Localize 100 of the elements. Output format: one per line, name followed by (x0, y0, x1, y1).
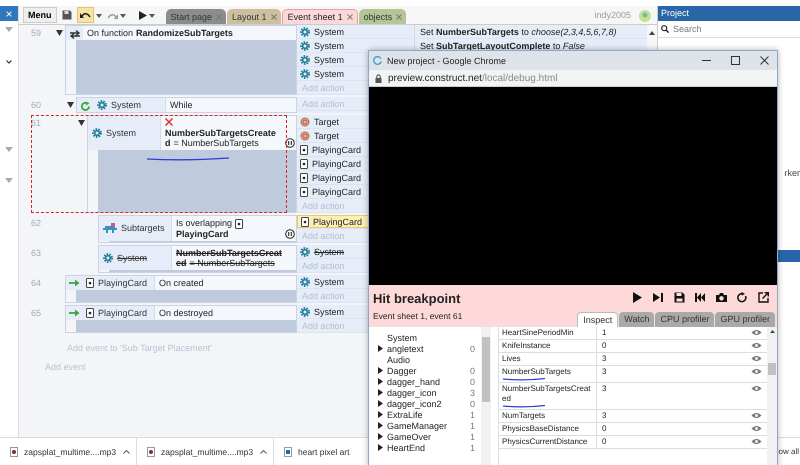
expand-icon[interactable] (378, 411, 382, 418)
step-icon[interactable] (653, 292, 664, 303)
expand-icon[interactable] (378, 422, 382, 429)
debugger-tab[interactable]: CPU profiler (655, 312, 714, 327)
object-name: System (117, 253, 148, 263)
object-name: System (314, 246, 344, 256)
expand-icon[interactable] (378, 400, 382, 407)
chevron-up-icon[interactable] (260, 450, 267, 454)
document-tab[interactable]: Start page (166, 9, 226, 24)
expand-icon[interactable] (378, 345, 382, 352)
object-name: PlayingCard (312, 172, 362, 182)
condition-text: On destroyed (159, 308, 214, 318)
download-item[interactable]: zapsplat_multime....mp3 (0, 438, 137, 465)
close-button[interactable]: × (5, 6, 12, 20)
line-number: 63 (30, 247, 42, 260)
skip-back-icon[interactable] (695, 292, 706, 303)
camera-icon[interactable] (716, 292, 727, 303)
object-list-item[interactable]: GameManager 1 (369, 420, 481, 431)
popout-icon[interactable] (758, 292, 769, 303)
window-title: New project - Google Chrome (387, 56, 506, 66)
restart-icon[interactable] (737, 292, 748, 303)
instance-count: 3 (470, 388, 476, 398)
undo-icon (80, 11, 90, 19)
url-text[interactable]: preview.construct.net/local/debug.html (388, 72, 558, 84)
tree-item[interactable]: rker (784, 168, 800, 178)
chevron-up-icon[interactable] (123, 450, 130, 454)
expand-icon[interactable] (378, 378, 382, 385)
play-icon[interactable] (138, 11, 146, 20)
debugger-tab[interactable]: GPU profiler (715, 312, 775, 327)
object-list-item[interactable]: Dagger 0 (369, 365, 481, 376)
download-item[interactable]: zapsplat_multime....mp3 (137, 438, 274, 465)
save-icon[interactable] (62, 10, 72, 20)
download-item[interactable]: heart pixel art (274, 438, 350, 465)
collapse-icon[interactable] (66, 102, 74, 108)
breakpoint-icon[interactable] (285, 228, 295, 239)
undo-button[interactable] (76, 7, 94, 23)
object-list-item[interactable]: GameOver 1 (369, 431, 481, 442)
username: indy2005 (594, 10, 631, 20)
collapse-icon[interactable] (56, 30, 62, 36)
card-icon (300, 144, 308, 154)
scroll-up-icon[interactable] (770, 330, 774, 333)
maximize-icon[interactable] (731, 56, 740, 65)
chevron-icon[interactable] (6, 60, 12, 64)
object-name: Target (314, 130, 340, 140)
breakpoint-icon[interactable] (285, 138, 295, 148)
scrollbar-thumb[interactable] (482, 337, 490, 402)
scroll-up-icon[interactable] (649, 31, 655, 35)
variable-value: 0 (602, 437, 606, 447)
debugger-tab[interactable]: Watch (619, 312, 654, 327)
document-tab[interactable]: Layout 1 (227, 9, 281, 24)
object-list-item[interactable]: HeartEnd 1 (369, 442, 481, 453)
eye-icon[interactable] (751, 385, 762, 392)
scrollbar-thumb[interactable] (768, 363, 776, 375)
variable-name: PhysicsBaseDistance (502, 424, 579, 433)
debugger-tab[interactable]: Inspect (577, 312, 618, 327)
caret-icon[interactable] (120, 14, 126, 18)
object-list-item[interactable]: System (369, 332, 481, 343)
eye-icon[interactable] (751, 438, 762, 445)
expand-icon[interactable] (378, 444, 382, 451)
audio-file-icon (147, 446, 155, 456)
document-tab[interactable]: objects (358, 9, 406, 24)
menu-button[interactable]: Menu (23, 7, 56, 23)
object-list-item[interactable]: Audio (369, 354, 481, 365)
caret-icon[interactable] (148, 14, 154, 18)
show-all-link[interactable]: ow all (778, 447, 799, 456)
expand-icon[interactable] (378, 433, 382, 440)
close-icon[interactable] (760, 56, 769, 65)
object-list-item[interactable]: ExtraLife 1 (369, 409, 481, 420)
object-name: System (314, 40, 344, 50)
eye-icon[interactable] (751, 342, 762, 349)
object-list-item[interactable]: dagger_icon 3 (369, 387, 481, 398)
eye-icon[interactable] (751, 425, 762, 432)
eye-icon[interactable] (751, 355, 762, 362)
object-list-item[interactable]: angletext 0 (369, 343, 481, 354)
collapse-icon[interactable] (78, 120, 84, 126)
instance-count: 1 (470, 432, 476, 442)
eye-icon[interactable] (751, 368, 762, 375)
expand-icon[interactable] (378, 389, 382, 396)
variable-name: NumTargets (502, 411, 546, 420)
swap-arrows-icon (69, 29, 81, 40)
gear-icon (92, 128, 102, 138)
document-tab[interactable]: Event sheet 1 (282, 9, 358, 24)
instance-count: 0 (470, 344, 476, 354)
variable-name: Lives (502, 354, 521, 363)
object-name: PlayingCard (312, 186, 362, 196)
eye-icon[interactable] (751, 412, 762, 419)
caret-icon[interactable] (96, 14, 102, 18)
play-icon[interactable] (632, 292, 643, 303)
search-field[interactable]: Search (672, 23, 784, 35)
variable-name: NumberSubTargets (502, 367, 571, 376)
scrollbar[interactable] (647, 25, 657, 45)
save-icon[interactable] (674, 292, 685, 303)
line-number: 59 (30, 27, 42, 40)
scrollbar[interactable] (767, 327, 777, 465)
object-name: Target (314, 116, 340, 126)
expand-icon[interactable] (378, 367, 382, 374)
object-list-item[interactable]: dagger_hand 0 (369, 376, 481, 387)
scrollbar[interactable] (481, 327, 491, 465)
eye-icon[interactable] (751, 329, 762, 336)
object-list-item[interactable]: dagger_icon2 0 (369, 398, 481, 409)
